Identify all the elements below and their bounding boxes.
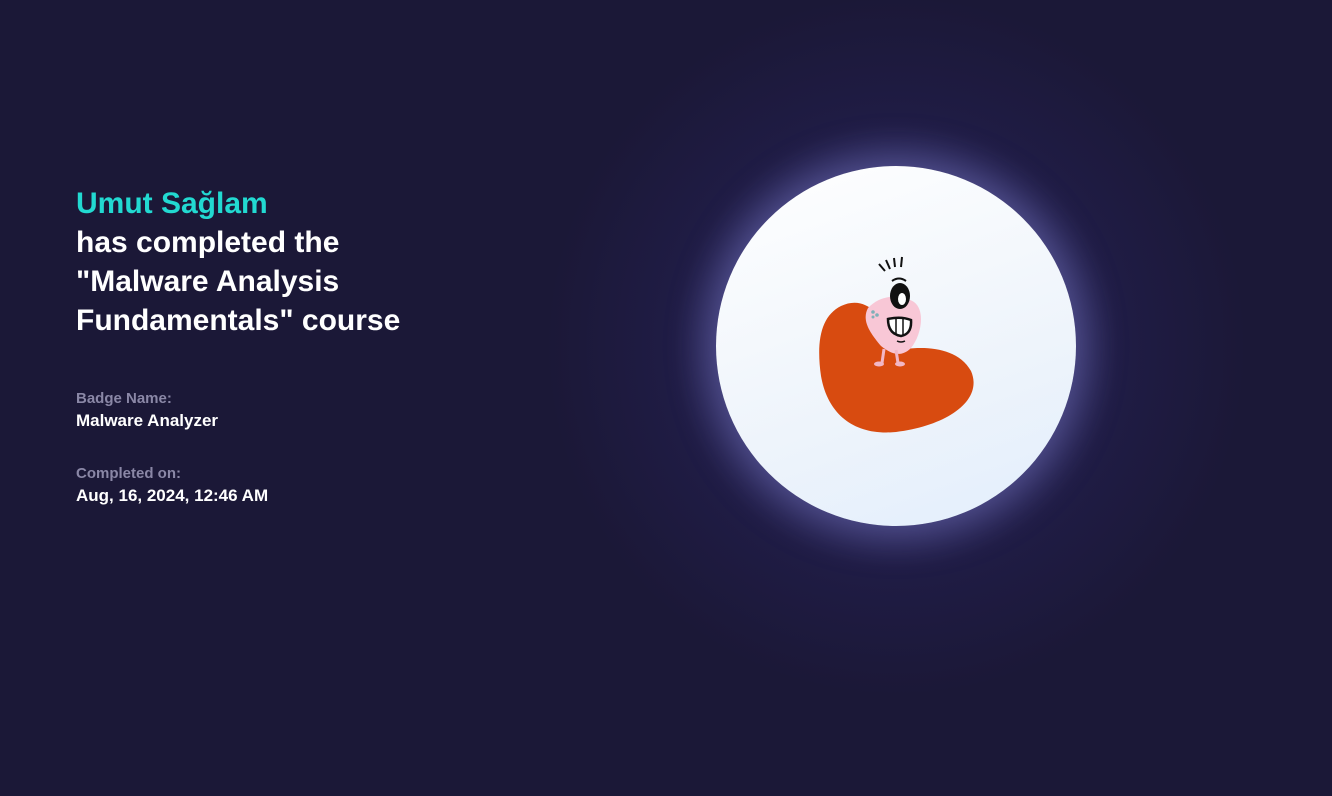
badge-name-field: Badge Name: Malware Analyzer [76,390,536,431]
completion-line-1: has completed the [76,226,340,259]
surprise-lines [878,256,903,272]
badge-name-label: Badge Name: [76,390,172,407]
completion-line-2: "Malware Analysis [76,265,340,298]
completed-on-label: Completed on: [76,465,181,482]
recipient-name: Umut Sağlam [76,187,268,220]
badge-image [716,166,1076,526]
badge-illustration [819,256,974,433]
certificate-info: Umut Sağlam has completed the "Malware A… [76,184,536,506]
badge-name-value: Malware Analyzer [76,411,219,430]
completed-on-value: Aug, 16, 2024, 12:46 AM [76,486,269,505]
completed-on-field: Completed on: Aug, 16, 2024, 12:46 AM [76,465,536,506]
completion-line-3: Fundamentals" course [76,304,401,337]
certificate-heading: Umut Sağlam has completed the "Malware A… [76,184,536,340]
